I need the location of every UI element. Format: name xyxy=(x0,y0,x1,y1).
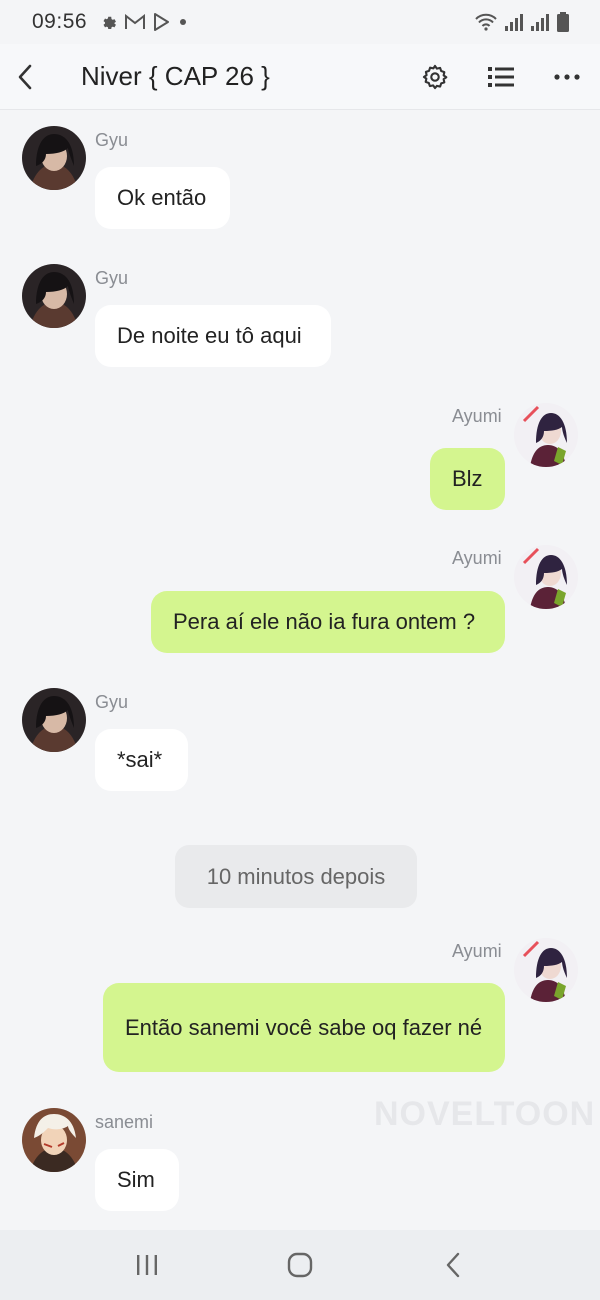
chat-area[interactable]: Gyu Ok então Gyu De noite eu tô aqui Ayu… xyxy=(0,110,600,1230)
recent-apps-button[interactable] xyxy=(117,1235,177,1295)
message-bubble: Sim xyxy=(95,1149,179,1211)
sender-name: Gyu xyxy=(95,130,129,150)
back-icon xyxy=(447,1252,460,1278)
back-button[interactable] xyxy=(0,47,50,107)
avatar[interactable] xyxy=(22,1108,86,1172)
status-time: 09:56 xyxy=(32,10,88,33)
wifi-icon xyxy=(475,13,497,31)
sender-name: Ayumi xyxy=(452,406,502,426)
message-bubble: *sai* xyxy=(95,729,188,791)
avatar[interactable] xyxy=(22,264,86,328)
chat-header: Niver { CAP 26 } xyxy=(0,44,600,110)
back-icon xyxy=(18,64,32,89)
dot-icon xyxy=(180,19,187,25)
more-button[interactable] xyxy=(534,47,600,107)
watermark: NOVELTOON xyxy=(374,1095,596,1133)
settings-button[interactable] xyxy=(402,47,468,107)
sender-name: Gyu xyxy=(95,692,129,712)
page-title: Niver { CAP 26 } xyxy=(81,61,270,91)
avatar[interactable] xyxy=(22,126,86,190)
gmail-icon xyxy=(125,14,146,29)
home-button[interactable] xyxy=(270,1235,330,1295)
chapter-list-button[interactable] xyxy=(468,47,534,107)
system-back-button[interactable] xyxy=(423,1235,483,1295)
more-icon xyxy=(554,73,580,80)
status-bar: 09:56 xyxy=(0,0,600,44)
signal-icon xyxy=(531,14,549,31)
time-divider: 10 minutos depois xyxy=(175,845,417,908)
play-store-icon xyxy=(154,13,170,31)
sender-name: Gyu xyxy=(95,268,129,288)
avatar[interactable] xyxy=(22,688,86,752)
message-bubble: Então sanemi você sabe oq fazer né xyxy=(103,983,505,1072)
sender-name: Ayumi xyxy=(452,941,502,961)
message-bubble: Blz xyxy=(430,448,505,510)
avatar[interactable] xyxy=(514,403,578,467)
sender-name: sanemi xyxy=(95,1112,154,1132)
system-nav-bar xyxy=(0,1230,600,1300)
avatar[interactable] xyxy=(514,938,578,1002)
list-icon xyxy=(488,66,514,87)
home-icon xyxy=(287,1252,313,1278)
signal-icon xyxy=(505,14,523,31)
settings-icon xyxy=(103,16,117,30)
recent-apps-icon xyxy=(136,1255,157,1275)
message-bubble: Pera aí ele não ia fura ontem ? xyxy=(151,591,505,653)
message-bubble: De noite eu tô aqui xyxy=(95,305,331,367)
settings-icon xyxy=(422,64,448,89)
sender-name: Ayumi xyxy=(452,548,502,568)
battery-icon xyxy=(557,12,569,32)
message-bubble: Ok então xyxy=(95,167,230,229)
avatar[interactable] xyxy=(514,545,578,609)
